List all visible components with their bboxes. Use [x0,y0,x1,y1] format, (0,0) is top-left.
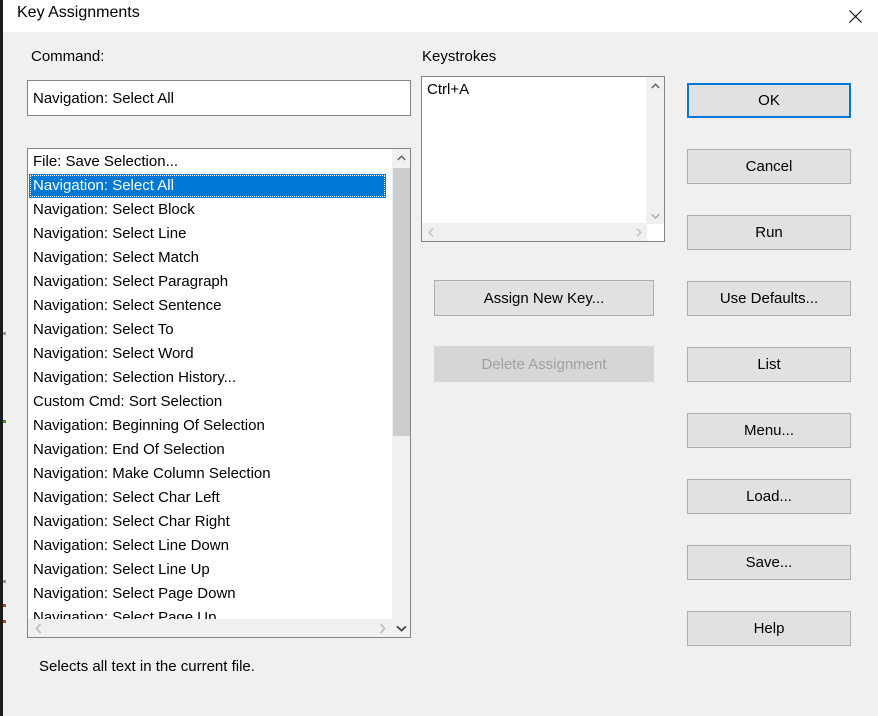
scroll-left-icon[interactable] [422,224,439,241]
delete-assignment-button: Delete Assignment [434,346,654,382]
command-list-row[interactable]: Navigation: Select Paragraph [29,270,386,294]
command-input-value: Navigation: Select All [33,89,174,107]
command-list-row[interactable]: File: Save Selection... [29,150,386,174]
command-list-row[interactable]: Navigation: Select Line Up [29,558,386,582]
command-list-row[interactable]: Navigation: Select Word [29,342,386,366]
scroll-left-icon[interactable] [30,620,47,637]
keystrokes-items: Ctrl+A [423,78,647,102]
list-button[interactable]: List [687,347,851,382]
command-list-row[interactable]: Navigation: Select Line [29,222,386,246]
command-list-row[interactable]: Navigation: Select Block [29,198,386,222]
status-description: Selects all text in the current file. [39,658,255,675]
command-list-row[interactable]: Navigation: End Of Selection [29,438,386,462]
command-list-row[interactable]: Navigation: Select To [29,318,386,342]
command-list-row[interactable]: Navigation: Select Page Down [29,582,386,606]
command-list-row[interactable]: Navigation: Select Page Up [29,606,386,620]
command-list-row[interactable]: Navigation: Beginning Of Selection [29,414,386,438]
border-artifact [3,420,6,423]
command-list-scroll-thumb[interactable] [393,168,410,436]
border-artifact [3,580,6,583]
close-icon[interactable] [832,0,878,32]
command-listbox[interactable]: File: Save Selection... Navigation: Selec… [27,148,411,638]
command-list-row[interactable]: Navigation: Select Match [29,246,386,270]
border-artifact [3,604,6,607]
command-list-items: File: Save Selection... Navigation: Selec… [29,150,386,620]
assign-new-key-button[interactable]: Assign New Key... [434,280,654,316]
border-artifact [3,620,6,623]
cancel-button[interactable]: Cancel [687,149,851,184]
scroll-right-icon[interactable] [630,224,647,241]
command-list-row[interactable]: Navigation: Select Line Down [29,534,386,558]
ok-button[interactable]: OK [687,83,851,118]
command-label: Command: [31,48,105,65]
keystrokes-listbox[interactable]: Ctrl+A [421,76,665,242]
scroll-right-icon[interactable] [374,620,391,637]
command-list-vertical-scrollbar[interactable] [392,149,410,637]
keystrokes-label: Keystrokes [422,48,497,65]
command-list-horizontal-scrollbar[interactable] [28,619,393,637]
load-button[interactable]: Load... [687,479,851,514]
help-button[interactable]: Help [687,611,851,646]
command-list-row[interactable]: Navigation: Select All [29,174,386,198]
keystrokes-horizontal-scrollbar[interactable] [422,223,647,241]
command-list-row[interactable]: Custom Cmd: Sort Selection [29,390,386,414]
use-defaults-button[interactable]: Use Defaults... [687,281,851,316]
scroll-up-icon[interactable] [393,149,410,166]
save-button[interactable]: Save... [687,545,851,580]
window-title: Key Assignments [17,4,140,21]
scroll-down-icon[interactable] [647,207,664,224]
keystroke-row[interactable]: Ctrl+A [423,78,647,102]
key-assignments-dialog: Key Assignments Command: Navigation: Sel… [0,0,878,716]
command-list-row[interactable]: Navigation: Select Char Left [29,486,386,510]
command-list-row[interactable]: Navigation: Select Sentence [29,294,386,318]
keystrokes-vertical-scrollbar[interactable] [646,77,664,224]
command-list-row[interactable]: Navigation: Select Char Right [29,510,386,534]
title-bar: Key Assignments [3,0,878,32]
run-button[interactable]: Run [687,215,851,250]
menu-button[interactable]: Menu... [687,413,851,448]
command-input[interactable]: Navigation: Select All [27,80,411,116]
border-artifact [3,332,6,335]
command-list-row[interactable]: Navigation: Selection History... [29,366,386,390]
scroll-up-icon[interactable] [647,77,664,94]
command-list-row[interactable]: Navigation: Make Column Selection [29,462,386,486]
scroll-down-icon[interactable] [393,620,410,637]
